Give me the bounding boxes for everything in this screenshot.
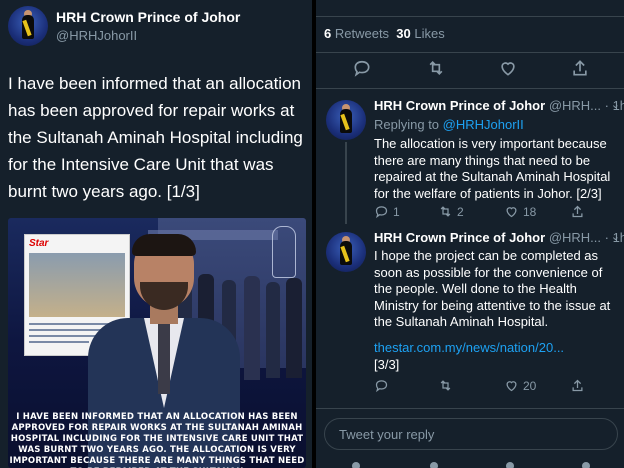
share-icon [572, 205, 583, 218]
replying-to: Replying to @HRHJohorII [374, 117, 524, 132]
tweet-image[interactable]: Star I HAVE BEEN INFORMED THAT AN ALLOCA… [8, 218, 306, 468]
reply-tweet[interactable]: HRH Crown Prince of Johor @HRH... · 1h ⌄… [316, 94, 624, 226]
reply-icon[interactable] [352, 58, 376, 82]
thread-counter: [3/3] [374, 357, 400, 372]
replying-to-handle[interactable]: @HRHJohorII [443, 117, 524, 132]
messages-icon[interactable] [582, 462, 590, 468]
left-screenshot: HRH Crown Prince of Johor @HRHJohorII I … [0, 0, 312, 468]
reply-avatar[interactable] [326, 100, 366, 140]
reply-share-button[interactable] [570, 378, 585, 393]
retweets-count[interactable]: 6 [324, 26, 331, 41]
reply-like-button[interactable]: 18 [504, 204, 536, 219]
reply-author[interactable]: HRH Crown Prince of Johor @HRH... · 1h [374, 98, 624, 113]
composer-placeholder: Tweet your reply [339, 427, 435, 442]
reply-reply-button[interactable]: 1 [374, 204, 400, 219]
retweet-icon [440, 380, 451, 391]
like-icon [506, 381, 517, 392]
reply-avatar[interactable] [326, 232, 366, 272]
reply-tweet[interactable]: HRH Crown Prince of Johor @HRH... · 1h ⌄… [316, 226, 624, 406]
likes-count[interactable]: 30 [396, 26, 410, 41]
reply-text: I hope the project can be completed as s… [374, 248, 611, 329]
main-tweet-actions [316, 58, 624, 86]
search-icon[interactable] [430, 462, 438, 468]
reply-author[interactable]: HRH Crown Prince of Johor @HRH... · 1h [374, 230, 624, 245]
retweets-label[interactable]: Retweets [335, 26, 389, 41]
reply-composer[interactable]: Tweet your reply [324, 418, 618, 450]
news-logo: Star [29, 238, 49, 249]
retweet-icon[interactable] [426, 58, 450, 82]
tweet-header: HRH Crown Prince of Johor @HRHJohorII [0, 0, 312, 60]
image-caption: I HAVE BEEN INFORMED THAT AN ALLOCATION … [9, 412, 305, 468]
reply-reply-button[interactable] [374, 378, 393, 393]
reply-actions: 1 2 18 [374, 204, 604, 222]
share-icon [572, 379, 583, 392]
tweet-text: I have been informed that an allocation … [8, 74, 303, 201]
share-icon[interactable] [570, 58, 594, 82]
likes-label[interactable]: Likes [414, 26, 444, 41]
reply-share-button[interactable] [570, 204, 585, 219]
royal-crest-icon [272, 226, 296, 278]
author-avatar[interactable] [8, 6, 48, 46]
home-icon[interactable] [352, 462, 360, 468]
like-icon [506, 207, 517, 218]
article-link[interactable]: thestar.com.my/news/nation/20... [374, 340, 618, 357]
author-name[interactable]: HRH Crown Prince of Johor [56, 9, 240, 25]
bottom-nav [316, 456, 624, 468]
reply-text: The allocation is very important because… [374, 136, 611, 201]
right-screenshot: 6 Retweets 30 Likes HRH Crown Prince of … [316, 0, 624, 468]
author-handle[interactable]: @HRHJohorII [56, 28, 137, 43]
reply-retweet-button[interactable] [438, 378, 457, 393]
tweet-stats: 6 Retweets 30 Likes [324, 26, 445, 41]
reply-icon [375, 380, 388, 393]
reply-actions: 20 [374, 378, 604, 396]
reply-like-button[interactable]: 20 [504, 378, 536, 393]
chevron-down-icon[interactable]: ⌄ [611, 98, 620, 111]
like-icon[interactable] [498, 58, 522, 82]
reply-retweet-button[interactable]: 2 [438, 204, 464, 219]
chevron-down-icon[interactable]: ⌄ [611, 230, 620, 243]
reply-icon [375, 206, 388, 219]
notifications-icon[interactable] [506, 462, 514, 468]
retweet-icon [440, 206, 451, 217]
